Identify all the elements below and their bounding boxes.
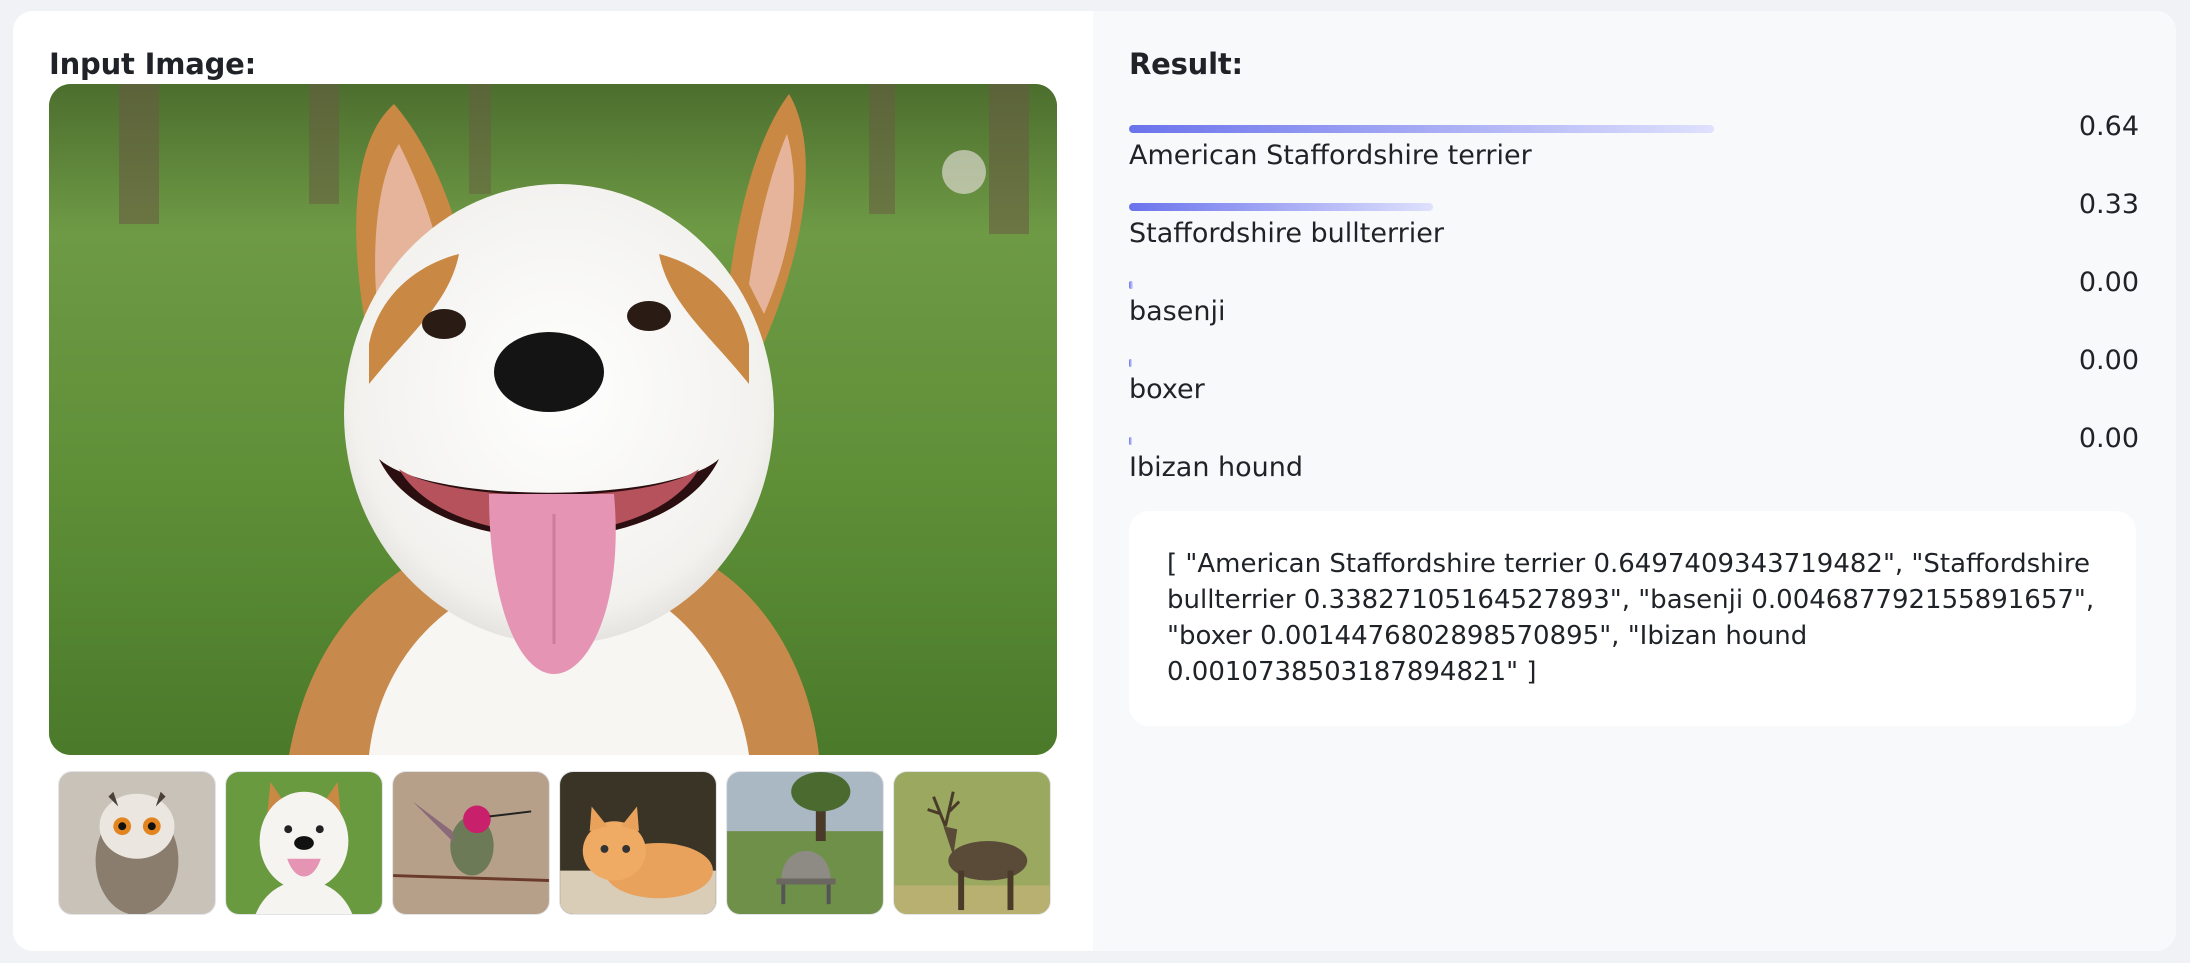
example-thumb-owl[interactable]	[58, 771, 216, 915]
prediction-label: boxer	[1129, 374, 1205, 405]
prediction-list: American Staffordshire terrier 0.64 Staf…	[1129, 111, 2139, 501]
example-thumb-deer[interactable]	[893, 771, 1051, 915]
example-thumb-kitten[interactable]	[559, 771, 717, 915]
prediction-value: 0.64	[2078, 111, 2139, 142]
example-gallery	[58, 771, 1051, 915]
prediction-label: American Staffordshire terrier	[1129, 140, 1532, 171]
prediction-label: basenji	[1129, 296, 1226, 327]
raw-output-box: [ "American Staffordshire terrier 0.6497…	[1129, 511, 2136, 726]
example-thumb-bench[interactable]	[726, 771, 884, 915]
prediction-value: 0.00	[2078, 423, 2139, 454]
prediction-value: 0.33	[2078, 189, 2139, 220]
confidence-bar	[1129, 359, 2139, 367]
confidence-bar	[1129, 437, 2139, 445]
confidence-bar	[1129, 125, 2139, 133]
prediction-value: 0.00	[2078, 345, 2139, 376]
confidence-bar-fill	[1129, 125, 1714, 133]
prediction-row: basenji 0.00	[1129, 267, 2139, 345]
confidence-bar-fill	[1129, 203, 1433, 211]
input-panel: Input Image:	[13, 11, 1093, 951]
confidence-bar-fill	[1129, 281, 1133, 289]
example-thumb-dog[interactable]	[225, 771, 383, 915]
prediction-row: boxer 0.00	[1129, 345, 2139, 423]
confidence-bar-fill	[1129, 437, 1132, 445]
app-container: Input Image: Result: American Staffordsh…	[13, 11, 2176, 951]
confidence-bar	[1129, 203, 2139, 211]
result-panel: Result: American Staffordshire terrier 0…	[1093, 11, 2176, 951]
prediction-value: 0.00	[2078, 267, 2139, 298]
prediction-row: Staffordshire bullterrier 0.33	[1129, 189, 2139, 267]
input-image[interactable]	[49, 84, 1057, 755]
prediction-label: Ibizan hound	[1129, 452, 1304, 483]
example-thumb-hummingbird[interactable]	[392, 771, 550, 915]
confidence-bar	[1129, 281, 2139, 289]
prediction-row: Ibizan hound 0.00	[1129, 423, 2139, 501]
prediction-row: American Staffordshire terrier 0.64	[1129, 111, 2139, 189]
prediction-label: Staffordshire bullterrier	[1129, 218, 1444, 249]
confidence-bar-fill	[1129, 359, 1132, 367]
input-panel-title: Input Image:	[49, 47, 257, 81]
result-panel-title: Result:	[1129, 47, 1243, 81]
